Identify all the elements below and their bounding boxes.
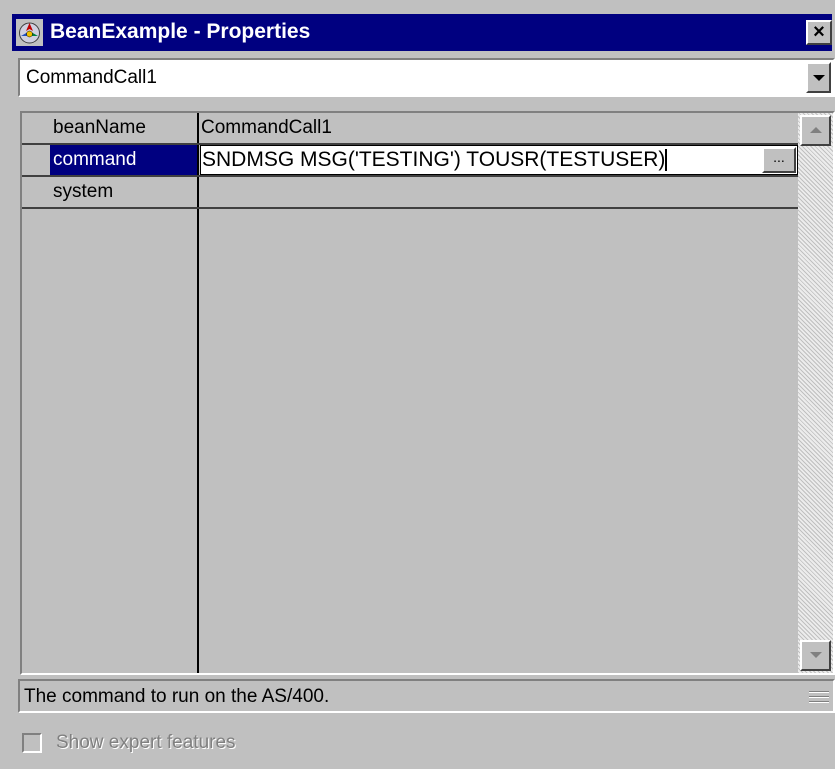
bean-selector-combo[interactable]: CommandCall1 <box>18 58 835 97</box>
edit-ellipsis-button[interactable]: ... <box>762 147 796 173</box>
scroll-down-button[interactable] <box>800 640 831 671</box>
java-bean-icon <box>16 19 43 46</box>
property-name[interactable]: beanName <box>50 113 197 143</box>
chevron-down-icon <box>813 75 825 81</box>
arrow-down-icon <box>810 652 822 658</box>
expert-features-checkbox <box>22 733 42 753</box>
property-name[interactable]: system <box>50 177 197 207</box>
property-value[interactable]: CommandCall1 <box>200 113 798 143</box>
title-bar[interactable]: BeanExample - Properties × <box>12 14 832 51</box>
bean-selector-value: CommandCall1 <box>26 67 157 88</box>
expert-features-label: Show expert features <box>56 732 236 753</box>
arrow-up-icon <box>810 127 822 133</box>
property-grid: beanName CommandCall1 command SNDMSG MSG… <box>20 111 835 675</box>
ellipsis-icon: ... <box>773 149 785 165</box>
vertical-scrollbar[interactable] <box>798 113 833 673</box>
splitter-grip-icon[interactable] <box>809 687 829 707</box>
command-value-editor[interactable]: SNDMSG MSG('TESTING') TOUSR(TESTUSER) <box>200 145 798 175</box>
close-icon: × <box>813 21 825 43</box>
description-panel: The command to run on the AS/400. <box>18 679 835 713</box>
properties-window: BeanExample - Properties × CommandCall1 … <box>0 0 835 769</box>
command-value-text: SNDMSG MSG('TESTING') TOUSR(TESTUSER) <box>202 148 666 171</box>
property-row-beanname[interactable]: beanName CommandCall1 <box>22 113 798 145</box>
scroll-up-button[interactable] <box>800 115 831 146</box>
property-row-system[interactable]: system <box>22 177 798 209</box>
window-title: BeanExample - Properties <box>50 20 311 43</box>
close-button[interactable]: × <box>806 20 832 45</box>
description-text: The command to run on the AS/400. <box>24 686 330 707</box>
property-value[interactable] <box>200 177 798 207</box>
text-caret <box>665 149 668 172</box>
dropdown-button[interactable] <box>806 62 831 93</box>
property-name-selected[interactable]: command <box>50 145 197 175</box>
property-row-command[interactable]: command SNDMSG MSG('TESTING') TOUSR(TEST… <box>22 145 798 177</box>
